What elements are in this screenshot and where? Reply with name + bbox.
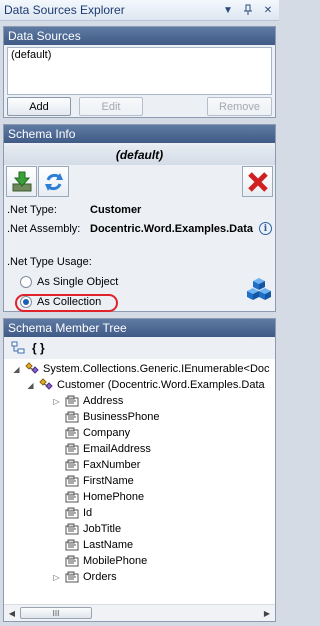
property-icon xyxy=(64,458,80,472)
tree-node-root[interactable]: ◢ System.Collections.Generic.IEnumerable… xyxy=(12,361,270,377)
radio-button[interactable] xyxy=(20,276,32,288)
property-icon xyxy=(64,522,80,536)
member-tree-header: Schema Member Tree xyxy=(4,319,275,337)
member-tree[interactable]: ◢ System.Collections.Generic.IEnumerable… xyxy=(4,359,275,603)
highlight-annotation xyxy=(15,294,118,312)
schema-member-tree-panel: Schema Member Tree { } ◢ System.Collecti… xyxy=(3,318,276,622)
info-icon[interactable]: i xyxy=(259,222,272,235)
tree-node-member[interactable]: EmailAddress xyxy=(64,441,151,457)
horizontal-scrollbar[interactable]: ◀ III ▶ xyxy=(4,604,275,621)
tree-node-label: System.Collections.Generic.IEnumerable<D… xyxy=(43,363,270,375)
property-icon xyxy=(64,426,80,440)
member-label: MobilePhone xyxy=(83,555,148,567)
member-label: EmailAddress xyxy=(83,443,151,455)
property-icon xyxy=(64,490,80,504)
schema-name: (default) xyxy=(4,145,275,165)
member-label: JobTitle xyxy=(83,523,122,535)
tree-node-member[interactable]: Company xyxy=(64,425,130,441)
schema-info-panel: Schema Info (default) .Net Type: Custome… xyxy=(3,124,276,312)
download-icon xyxy=(12,171,31,191)
tree-toolbar: { } xyxy=(4,337,275,359)
data-sources-list[interactable]: (default) xyxy=(7,47,272,95)
tree-node-member[interactable]: ▷ Orders xyxy=(52,569,117,585)
member-label: LastName xyxy=(83,539,134,551)
tree-view-icon[interactable] xyxy=(10,340,26,356)
braces-icon[interactable]: { } xyxy=(32,341,45,355)
tree-node-member[interactable]: BusinessPhone xyxy=(64,409,159,425)
member-label: Orders xyxy=(83,571,117,583)
property-icon xyxy=(64,474,80,488)
collection-node-icon xyxy=(24,362,40,376)
net-type-label: .Net Type: xyxy=(7,204,57,216)
tree-node-member[interactable]: FirstName xyxy=(64,473,134,489)
radio-single-object-label: As Single Object xyxy=(37,276,119,288)
property-icon xyxy=(64,554,80,568)
net-assembly-value: Docentric.Word.Examples.Data xyxy=(90,223,254,235)
usage-label: .Net Type Usage: xyxy=(7,256,92,268)
dropdown-arrow-icon[interactable]: ▼ xyxy=(221,3,235,17)
pin-icon[interactable] xyxy=(241,3,255,17)
delete-schema-button[interactable] xyxy=(242,166,273,197)
net-assembly-label: .Net Assembly: xyxy=(7,223,81,235)
remove-button[interactable]: Remove xyxy=(207,97,272,116)
cubes-collection-icon xyxy=(247,278,271,300)
scroll-left-icon[interactable]: ◀ xyxy=(5,607,19,619)
refresh-button[interactable] xyxy=(38,166,69,197)
property-icon xyxy=(64,570,80,584)
radio-single-object[interactable]: As Single Object xyxy=(20,276,118,288)
scroll-right-icon[interactable]: ▶ xyxy=(260,607,274,619)
tree-node-label: Customer (Docentric.Word.Examples.Data xyxy=(57,379,265,391)
tree-node-member[interactable]: LastName xyxy=(64,537,133,553)
tree-node-member[interactable]: HomePhone xyxy=(64,489,144,505)
member-label: Address xyxy=(83,395,124,407)
close-icon[interactable]: ✕ xyxy=(261,3,275,17)
expand-icon[interactable]: ▷ xyxy=(52,397,61,406)
tree-node-member[interactable]: MobilePhone xyxy=(64,553,147,569)
property-icon xyxy=(64,506,80,520)
tree-node-member[interactable]: JobTitle xyxy=(64,521,121,537)
schema-info-header: Schema Info xyxy=(4,125,275,143)
window-title: Data Sources Explorer xyxy=(4,3,125,17)
net-type-value: Customer xyxy=(90,204,142,216)
property-icon xyxy=(64,442,80,456)
expand-icon[interactable]: ▷ xyxy=(52,573,61,582)
member-label: FirstName xyxy=(83,475,134,487)
tree-node-member[interactable]: Id xyxy=(64,505,92,521)
property-icon xyxy=(64,538,80,552)
member-label: Id xyxy=(83,507,93,519)
edit-button[interactable]: Edit xyxy=(79,97,143,116)
member-label: FaxNumber xyxy=(83,459,141,471)
refresh-icon xyxy=(44,172,63,191)
tree-node-member[interactable]: ▷ Address xyxy=(52,393,123,409)
data-sources-panel: Data Sources (default) Add Edit Remove xyxy=(3,26,276,118)
collapse-icon[interactable]: ◢ xyxy=(26,381,35,390)
add-button[interactable]: Add xyxy=(7,97,71,116)
data-sources-header: Data Sources xyxy=(4,27,275,45)
scroll-thumb[interactable]: III xyxy=(20,607,92,619)
collapse-icon[interactable]: ◢ xyxy=(12,365,21,374)
member-label: Company xyxy=(83,427,131,439)
member-label: HomePhone xyxy=(83,491,145,503)
class-node-icon xyxy=(38,378,54,392)
red-x-icon xyxy=(247,171,268,192)
list-item[interactable]: (default) xyxy=(11,49,268,61)
import-schema-button[interactable] xyxy=(6,166,37,197)
member-label: BusinessPhone xyxy=(83,411,160,423)
property-icon xyxy=(64,410,80,424)
property-icon xyxy=(64,394,80,408)
window-titlebar: Data Sources Explorer ▼ ✕ xyxy=(0,0,279,21)
tree-node-customer[interactable]: ◢ Customer (Docentric.Word.Examples.Data xyxy=(26,377,265,393)
tree-node-member[interactable]: FaxNumber xyxy=(64,457,140,473)
